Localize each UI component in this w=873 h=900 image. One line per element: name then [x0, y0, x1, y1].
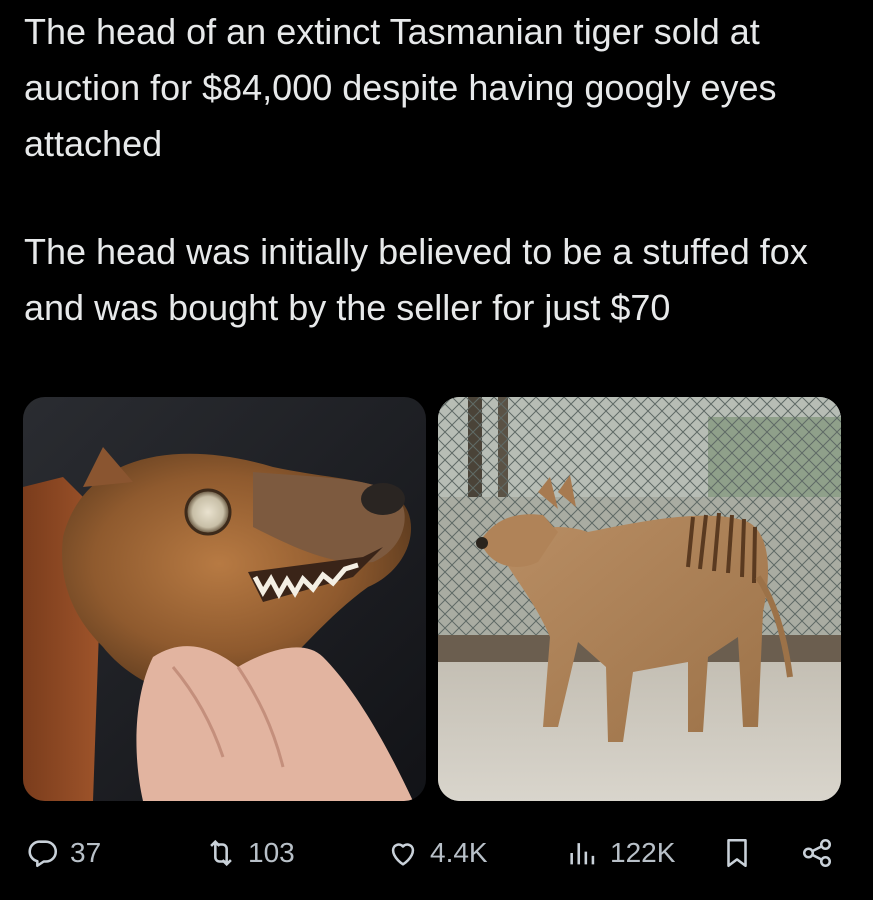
media-photo-thylacine[interactable] — [438, 397, 841, 801]
bookmark-icon — [727, 838, 747, 868]
share-icon — [802, 838, 832, 868]
like-button[interactable]: 4.4K — [386, 830, 488, 876]
reply-icon — [28, 840, 58, 868]
retweet-count: 103 — [248, 837, 295, 868]
like-count: 4.4K — [430, 837, 488, 868]
tweet-text: The head of an extinct Tasmanian tiger s… — [24, 4, 854, 336]
views-count: 122K — [610, 837, 676, 868]
share-button[interactable] — [800, 830, 834, 876]
tweet-action-bar: 37 103 4.4K 122K — [0, 830, 873, 876]
mounted-head-photo — [23, 397, 426, 801]
thylacine-photo — [438, 397, 841, 801]
tweet-paragraph-1: The head of an extinct Tasmanian tiger s… — [24, 11, 777, 164]
media-photo-mounted-head[interactable] — [23, 397, 426, 801]
reply-button[interactable]: 37 — [26, 830, 101, 876]
reply-count: 37 — [70, 837, 102, 868]
like-icon — [391, 843, 415, 866]
tweet-paragraph-2: The head was initially believed to be a … — [24, 231, 808, 328]
views-button[interactable]: 122K — [566, 830, 675, 876]
views-icon — [570, 843, 595, 865]
retweet-button[interactable]: 103 — [204, 830, 295, 876]
retweet-icon — [210, 839, 232, 867]
bookmark-button[interactable] — [720, 830, 754, 876]
